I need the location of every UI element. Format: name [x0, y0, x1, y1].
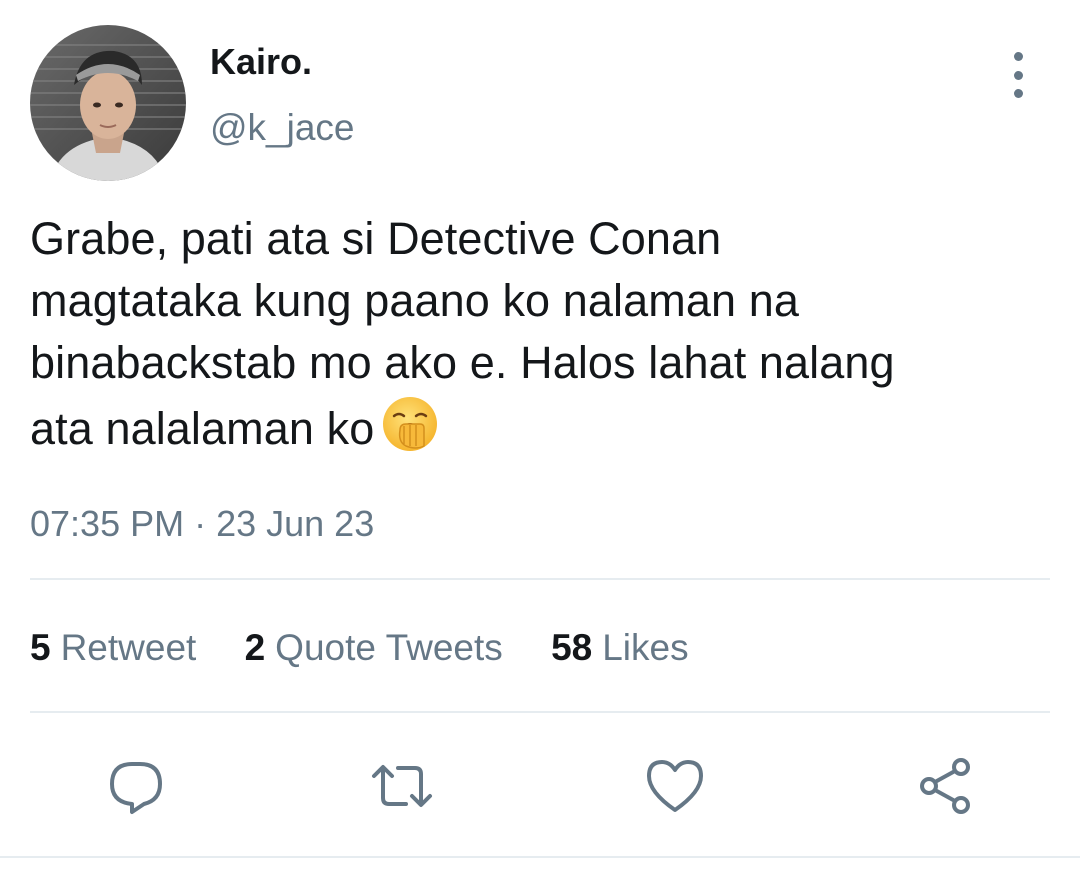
- tweet-text-line: ata nalalaman ko: [30, 403, 375, 454]
- more-options-icon[interactable]: [996, 52, 1040, 98]
- more-dot: [1013, 70, 1023, 80]
- tweet-text-line: magtataka kung paano ko nalaman na: [30, 275, 799, 326]
- share-icon[interactable]: [914, 754, 978, 818]
- like-icon[interactable]: [643, 754, 707, 818]
- share-icon-glyph: [920, 758, 970, 814]
- display-name[interactable]: Kairo.: [210, 40, 312, 84]
- like-icon-glyph: [647, 760, 703, 812]
- tweet-timestamp[interactable]: 07:35 PM · 23 Jun 23: [30, 502, 374, 546]
- yawning-face-emoji-icon: [383, 397, 438, 451]
- tweet-text: Grabe, pati ata si Detective Conan magta…: [30, 208, 1070, 460]
- retweet-icon[interactable]: [370, 754, 434, 818]
- quote-label: Quote Tweets: [275, 627, 503, 668]
- more-dot: [1013, 89, 1023, 98]
- divider: [30, 711, 1050, 713]
- avatar-photo: [30, 25, 186, 181]
- avatar[interactable]: [30, 25, 186, 181]
- tweet-stats: 5 Retweet 2 Quote Tweets 58 Likes: [30, 626, 727, 670]
- retweet-icon-glyph: [372, 765, 432, 807]
- reply-icon-glyph: [110, 762, 162, 814]
- retweet-label: Retweet: [60, 627, 197, 668]
- like-label: Likes: [602, 627, 689, 668]
- tweet-text-line: binabackstab mo ako e. Halos lahat nalan…: [30, 337, 895, 388]
- tweet-text-line-last: ata nalalaman ko: [30, 394, 1070, 460]
- like-count-link[interactable]: 58 Likes: [551, 626, 689, 670]
- tweet-text-line: Grabe, pati ata si Detective Conan: [30, 213, 722, 264]
- retweet-count: 5: [30, 627, 51, 668]
- divider: [30, 578, 1050, 580]
- quote-count: 2: [244, 627, 266, 668]
- divider: [0, 856, 1080, 858]
- retweet-count-link[interactable]: 5 Retweet: [30, 626, 196, 670]
- quote-count-link[interactable]: 2 Quote Tweets: [245, 626, 503, 670]
- reply-icon[interactable]: [104, 754, 168, 818]
- like-count: 58: [551, 627, 593, 668]
- user-handle[interactable]: @k_jace: [210, 106, 355, 150]
- more-dot: [1013, 52, 1023, 61]
- tweet-detail: Kairo. @k_jace Grabe, pati ata si Detect…: [0, 0, 1080, 876]
